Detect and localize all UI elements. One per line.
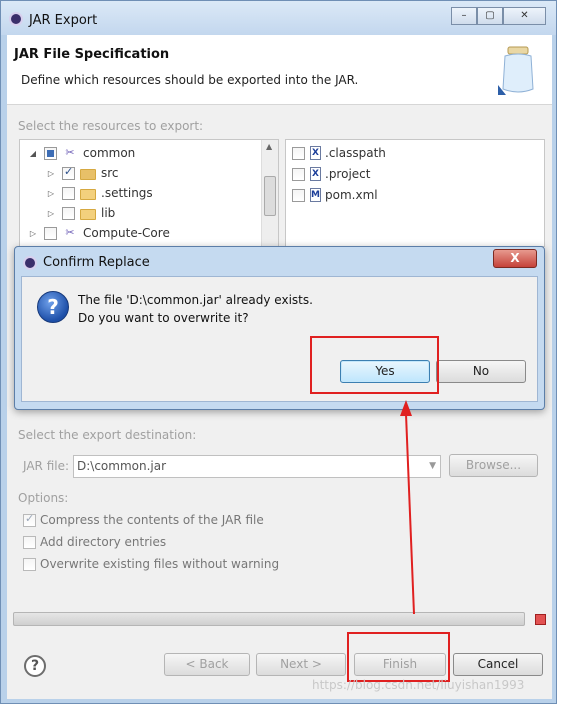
arrow-shaft bbox=[405, 413, 415, 615]
arrow-head-icon bbox=[400, 400, 412, 416]
watermark: https://blog.csdn.net/liuyishan1993 bbox=[312, 678, 525, 692]
annotation-arrow bbox=[400, 400, 415, 615]
